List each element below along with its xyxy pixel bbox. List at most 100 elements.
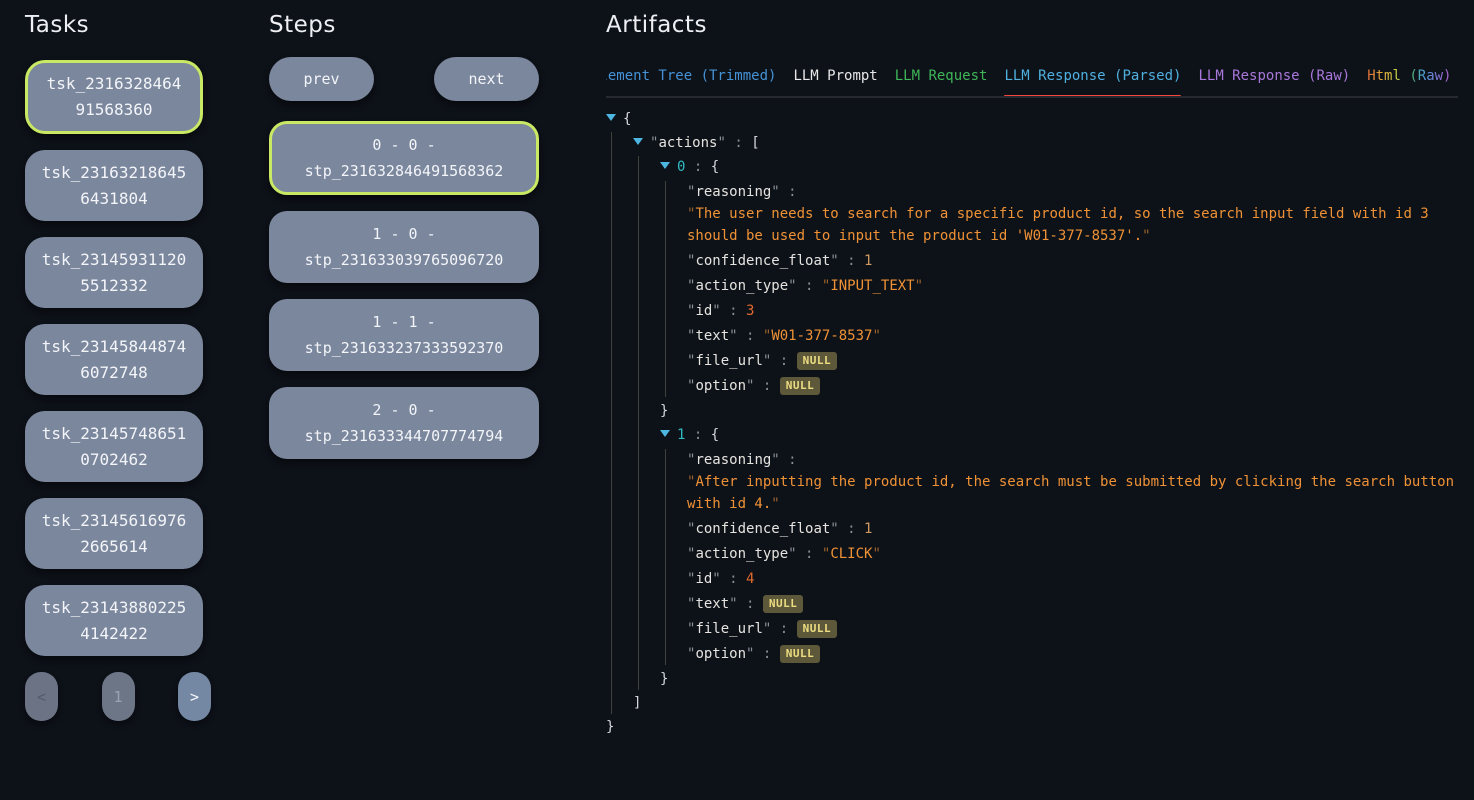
artifact-tab-bar: Element Tree (Trimmed) LLM Prompt LLM Requ… [606, 68, 1458, 98]
step-button[interactable]: 2 - 0 - stp_231633344707774794 [269, 387, 539, 459]
step-button[interactable]: 1 - 0 - stp_231633039765096720 [269, 211, 539, 283]
colon: : [726, 135, 751, 151]
task-button[interactable]: tsk_231456169762665614 [25, 498, 203, 569]
colon: : [754, 375, 779, 397]
json-key: "option" [687, 375, 754, 397]
tab-llm-response-raw[interactable]: LLM Response (Raw) [1198, 68, 1350, 96]
quote: " [771, 496, 779, 512]
quote: " [763, 353, 771, 369]
json-key: "text" [687, 593, 738, 615]
json-close-row: } [606, 716, 1458, 738]
json-close-row: ] [633, 692, 1458, 714]
json-leaf-row: "confidence_float" : 1 [687, 518, 1458, 540]
step-list: 0 - 0 - stp_231632846491568362 1 - 0 - st… [269, 121, 539, 459]
json-number-value: 1 [864, 518, 872, 540]
artifacts-panel: Artifacts Element Tree (Trimmed)LLM Prom… [606, 12, 1458, 740]
json-leaf-row: "file_url" : NULL [687, 618, 1458, 640]
json-leaf-row: "reasoning" : "After inputting the produ… [687, 449, 1458, 515]
quote: " [830, 521, 838, 537]
json-key: "reasoning" [687, 449, 780, 471]
task-button[interactable]: tsk_231438802254142422 [25, 585, 203, 656]
tasks-title: Tasks [25, 12, 211, 38]
open-bracket: [ [751, 135, 759, 151]
json-close-row: } [660, 668, 1458, 690]
collapse-arrow-icon[interactable] [660, 156, 677, 178]
tab-llm-response-parsed[interactable]: LLM Response (Parsed) [1004, 68, 1181, 96]
json-node-row: "actions" : [ [633, 132, 1458, 154]
colon: : [780, 449, 805, 471]
json-node-row: 0 : { [660, 156, 1458, 178]
task-button[interactable]: tsk_231457486510702462 [25, 411, 203, 482]
step-button[interactable]: 1 - 1 - stp_231633237333592370 [269, 299, 539, 371]
json-close-row: } [660, 400, 1458, 422]
task-button[interactable]: tsk_231632846491568360 [25, 60, 203, 134]
page-1-button[interactable]: 1 [102, 672, 135, 721]
colon: : [839, 250, 864, 272]
colon: : [738, 325, 763, 347]
colon: : [797, 543, 822, 565]
step-button-label: 0 - 0 - stp_231632846491568362 [287, 132, 521, 184]
colon: : [721, 568, 746, 590]
json-node-row: 1 : { [660, 424, 1458, 446]
quote: " [1142, 228, 1150, 244]
open-bracket: { [623, 111, 631, 127]
task-button[interactable]: tsk_231632186456431804 [25, 150, 203, 221]
json-key: "action_type" [687, 543, 797, 565]
tab-element-tree-trimmed[interactable]: Element Tree (Trimmed) [606, 68, 776, 96]
step-button[interactable]: 0 - 0 - stp_231632846491568362 [269, 121, 539, 195]
tab-llm-request[interactable]: LLM Request [895, 68, 988, 96]
tab-llm-prompt[interactable]: LLM Prompt [793, 68, 877, 96]
quote: " [712, 571, 720, 587]
json-key: "actions" [650, 135, 726, 151]
colon: : [685, 427, 710, 443]
quote: " [915, 278, 923, 294]
quote: " [717, 135, 725, 151]
json-string-value: "After inputting the product id, the sea… [687, 471, 1458, 515]
quote: " [872, 546, 880, 562]
json-leaf-row: "id" : 4 [687, 568, 1458, 590]
colon: : [721, 300, 746, 322]
quote: " [687, 474, 695, 490]
collapse-arrow-icon[interactable] [660, 424, 677, 446]
quote: " [746, 378, 754, 394]
colon: : [771, 618, 796, 640]
json-tree-viewer: {"actions" : [0 : {"reasoning" : "The us… [606, 108, 1458, 738]
step-nav: prev next [269, 57, 539, 101]
json-leaf-row: "id" : 3 [687, 300, 1458, 322]
quote: " [771, 452, 779, 468]
next-step-button[interactable]: next [434, 57, 539, 101]
task-pagination: <1 > [25, 672, 211, 721]
json-children: "reasoning" : "The user needs to search … [665, 181, 1458, 397]
json-number-value: 3 [746, 300, 754, 322]
json-leaf-row: "confidence_float" : 1 [687, 250, 1458, 272]
collapse-arrow-icon[interactable] [633, 132, 650, 154]
steps-panel: Steps prev next 0 - 0 - stp_231632846491… [269, 12, 539, 475]
task-button[interactable]: tsk_231458448746072748 [25, 324, 203, 395]
null-badge: NULL [780, 645, 821, 663]
json-number-value: 1 [864, 250, 872, 272]
prev-step-button[interactable]: prev [269, 57, 374, 101]
json-leaf-row: "text" : NULL [687, 593, 1458, 615]
colon: : [780, 181, 805, 203]
json-leaf-row: "option" : NULL [687, 375, 1458, 397]
task-button[interactable]: tsk_231459311205512332 [25, 237, 203, 308]
next-page-button[interactable]: > [178, 672, 211, 721]
json-key: "reasoning" [687, 181, 780, 203]
collapse-arrow-icon[interactable] [606, 108, 623, 130]
close-bracket: } [660, 671, 668, 687]
quote: " [729, 596, 737, 612]
json-leaf-row: "action_type" : "CLICK" [687, 543, 1458, 565]
null-badge: NULL [797, 620, 838, 638]
quote: " [729, 328, 737, 344]
step-button-label: 2 - 0 - stp_231633344707774794 [284, 397, 524, 449]
json-key: "id" [687, 568, 721, 590]
close-bracket: } [660, 403, 668, 419]
quote: " [687, 206, 695, 222]
quote: " [788, 546, 796, 562]
colon: : [738, 593, 763, 615]
tab-html-raw[interactable]: Html (Raw) [1367, 68, 1451, 96]
quote: " [771, 184, 779, 200]
tasks-panel: Tasks tsk_231632846491568360 tsk_23163218… [25, 12, 211, 721]
prev-page-button: < [25, 672, 58, 721]
quote: " [872, 328, 880, 344]
